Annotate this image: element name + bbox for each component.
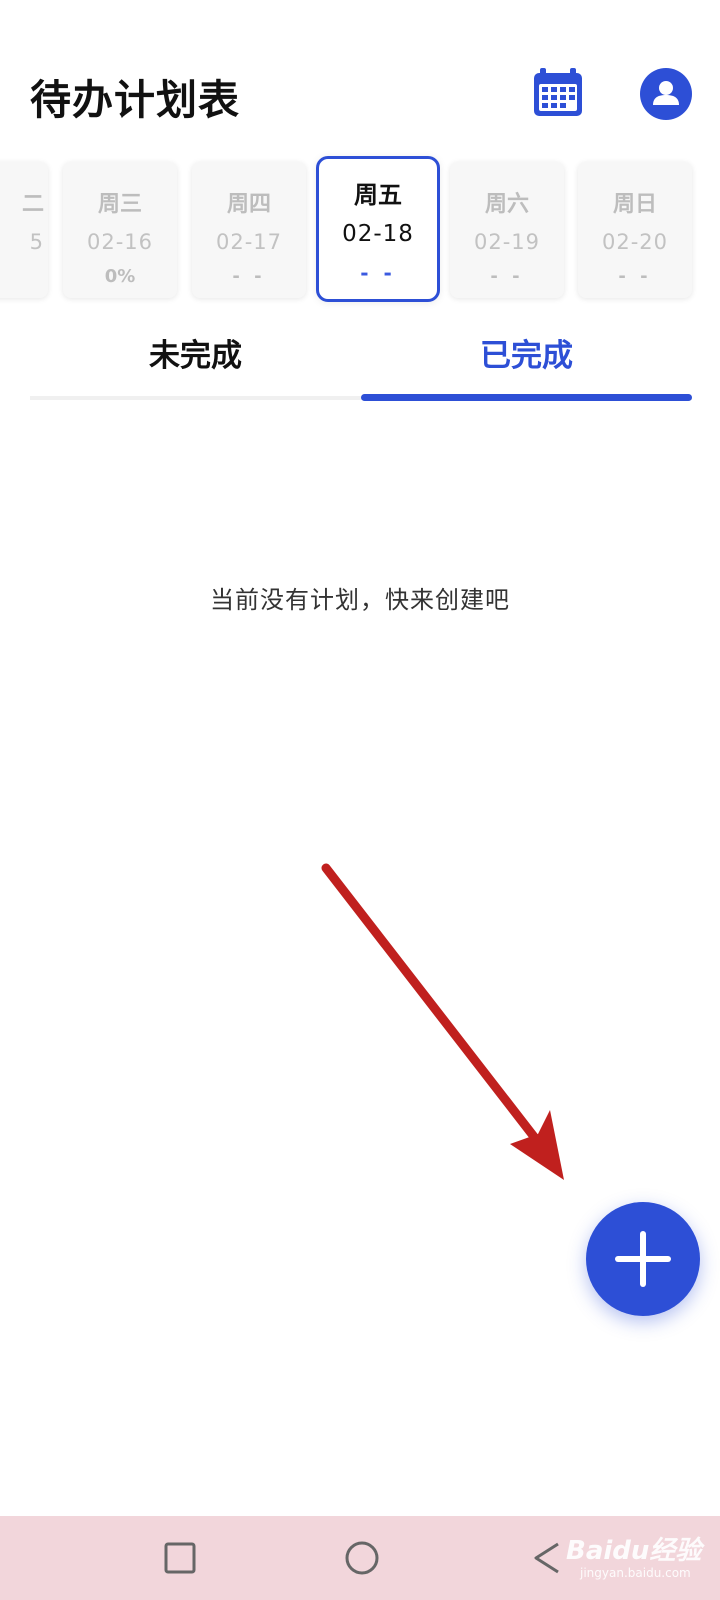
day-card-thursday[interactable]: 周四 02-17 - - bbox=[192, 162, 306, 298]
user-avatar-icon bbox=[640, 68, 692, 120]
watermark-brand: Baidu经验 bbox=[566, 1536, 702, 1566]
day-weekday: 周四 bbox=[226, 192, 271, 217]
recent-apps-button[interactable] bbox=[160, 1538, 200, 1578]
day-progress: - - bbox=[490, 266, 524, 287]
day-weekday: 二 bbox=[21, 192, 44, 217]
day-date: 02-20 bbox=[601, 230, 669, 254]
baidu-watermark: Baidu经验 jingyan.baidu.com bbox=[560, 1522, 720, 1596]
app-screen: 待办计划表 二 5 周三 02-16 0% 周四 02-17 - - 周五 02… bbox=[0, 0, 720, 1600]
tab-done[interactable]: 已完成 bbox=[361, 330, 692, 388]
calendar-button[interactable] bbox=[532, 66, 584, 118]
circle-icon bbox=[345, 1541, 379, 1575]
day-weekday: 周日 bbox=[612, 192, 657, 217]
day-card-sunday[interactable]: 周日 02-20 - - bbox=[578, 162, 692, 298]
day-card-tuesday[interactable]: 二 5 bbox=[0, 162, 48, 298]
date-strip: 二 5 周三 02-16 0% 周四 02-17 - - 周五 02-18 - … bbox=[0, 150, 720, 310]
page-title: 待办计划表 bbox=[30, 76, 240, 124]
watermark-site: jingyan.baidu.com bbox=[580, 1566, 691, 1580]
day-date: 02-16 bbox=[86, 230, 154, 254]
day-weekday: 周五 bbox=[354, 181, 402, 209]
day-date: 5 bbox=[29, 230, 44, 254]
day-progress: 0% bbox=[104, 266, 136, 287]
day-card-friday-selected[interactable]: 周五 02-18 - - bbox=[316, 156, 440, 302]
day-progress: - - bbox=[618, 266, 652, 287]
plus-icon bbox=[615, 1231, 671, 1287]
day-date: 02-17 bbox=[215, 230, 283, 254]
day-progress: - - bbox=[232, 266, 266, 287]
day-card-wednesday[interactable]: 周三 02-16 0% bbox=[63, 162, 177, 298]
add-plan-button[interactable] bbox=[586, 1202, 700, 1316]
profile-button[interactable] bbox=[640, 68, 692, 120]
tab-active-indicator bbox=[361, 394, 692, 401]
calendar-icon bbox=[534, 68, 582, 116]
day-weekday: 周三 bbox=[97, 192, 142, 217]
day-weekday: 周六 bbox=[484, 192, 529, 217]
empty-state-message: 当前没有计划，快来创建吧 bbox=[210, 586, 510, 614]
day-card-saturday[interactable]: 周六 02-19 - - bbox=[450, 162, 564, 298]
day-progress: - - bbox=[360, 261, 396, 285]
square-icon bbox=[164, 1542, 196, 1574]
tab-undone[interactable]: 未完成 bbox=[30, 330, 361, 388]
annotation-arrow bbox=[321, 863, 564, 1180]
status-tabs: 未完成 已完成 bbox=[30, 330, 692, 404]
day-date: 02-18 bbox=[342, 221, 414, 247]
home-button[interactable] bbox=[342, 1538, 382, 1578]
day-date: 02-19 bbox=[473, 230, 541, 254]
